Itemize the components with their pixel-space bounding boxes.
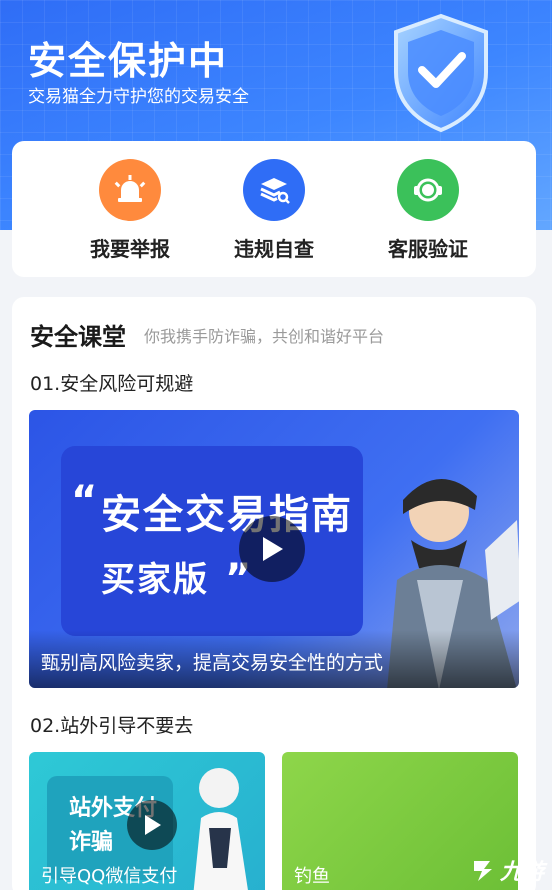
alarm-icon bbox=[99, 159, 161, 221]
character-illustration bbox=[193, 768, 248, 890]
nine-game-logo-icon bbox=[473, 861, 492, 881]
watermark-text: 九游 bbox=[499, 860, 544, 885]
section-subtitle: 你我携手防诈骗，共创和谐好平台 bbox=[144, 327, 385, 346]
video-subheadline: 诈骗 bbox=[69, 830, 114, 855]
lesson-title: 01.安全风险可规避 bbox=[30, 373, 194, 395]
play-icon bbox=[263, 537, 283, 561]
play-icon bbox=[145, 815, 161, 835]
video-headline: 安全交易指南 bbox=[101, 492, 353, 538]
open-quote-mark: “ bbox=[71, 478, 98, 524]
video-caption: 钓鱼 bbox=[294, 866, 330, 887]
layers-search-icon bbox=[243, 159, 305, 221]
quick-actions-card: 我要举报 违规自查 客服验证 bbox=[12, 141, 536, 277]
support-icon bbox=[397, 159, 459, 221]
video-caption: 引导QQ微信支付 bbox=[41, 866, 178, 887]
video-card[interactable]: 站外支付 诈骗 引导QQ微信支付 bbox=[29, 752, 265, 890]
hero-subtitle: 交易猫全力守护您的交易安全 bbox=[28, 87, 249, 107]
play-button[interactable] bbox=[239, 516, 305, 582]
watermark: 九游 bbox=[470, 854, 544, 886]
section-title: 安全课堂 bbox=[30, 323, 126, 351]
video-card[interactable]: “ 安全交易指南 买家版 ” 甄别高风险卖家，提高交易安全性的方式 bbox=[29, 410, 519, 688]
report-button[interactable]: 我要举报 bbox=[60, 159, 200, 262]
video-caption: 甄别高风险卖家，提高交易安全性的方式 bbox=[29, 630, 519, 688]
hero-title: 安全保护中 bbox=[28, 39, 229, 83]
shield-check-icon bbox=[394, 13, 488, 133]
report-label: 我要举报 bbox=[90, 237, 170, 261]
video-subheadline: 买家版 bbox=[101, 560, 209, 600]
video-title-board bbox=[61, 446, 363, 636]
lesson-title: 02.站外引导不要去 bbox=[30, 715, 194, 737]
play-button[interactable] bbox=[127, 800, 177, 850]
service-verify-button[interactable]: 客服验证 bbox=[358, 159, 498, 262]
service-verify-label: 客服验证 bbox=[388, 237, 468, 261]
safety-course-card: 安全课堂 你我携手防诈骗，共创和谐好平台 01.安全风险可规避 “ 安全交易指南… bbox=[12, 297, 536, 890]
self-check-button[interactable]: 违规自查 bbox=[204, 159, 344, 262]
self-check-label: 违规自查 bbox=[234, 237, 314, 261]
